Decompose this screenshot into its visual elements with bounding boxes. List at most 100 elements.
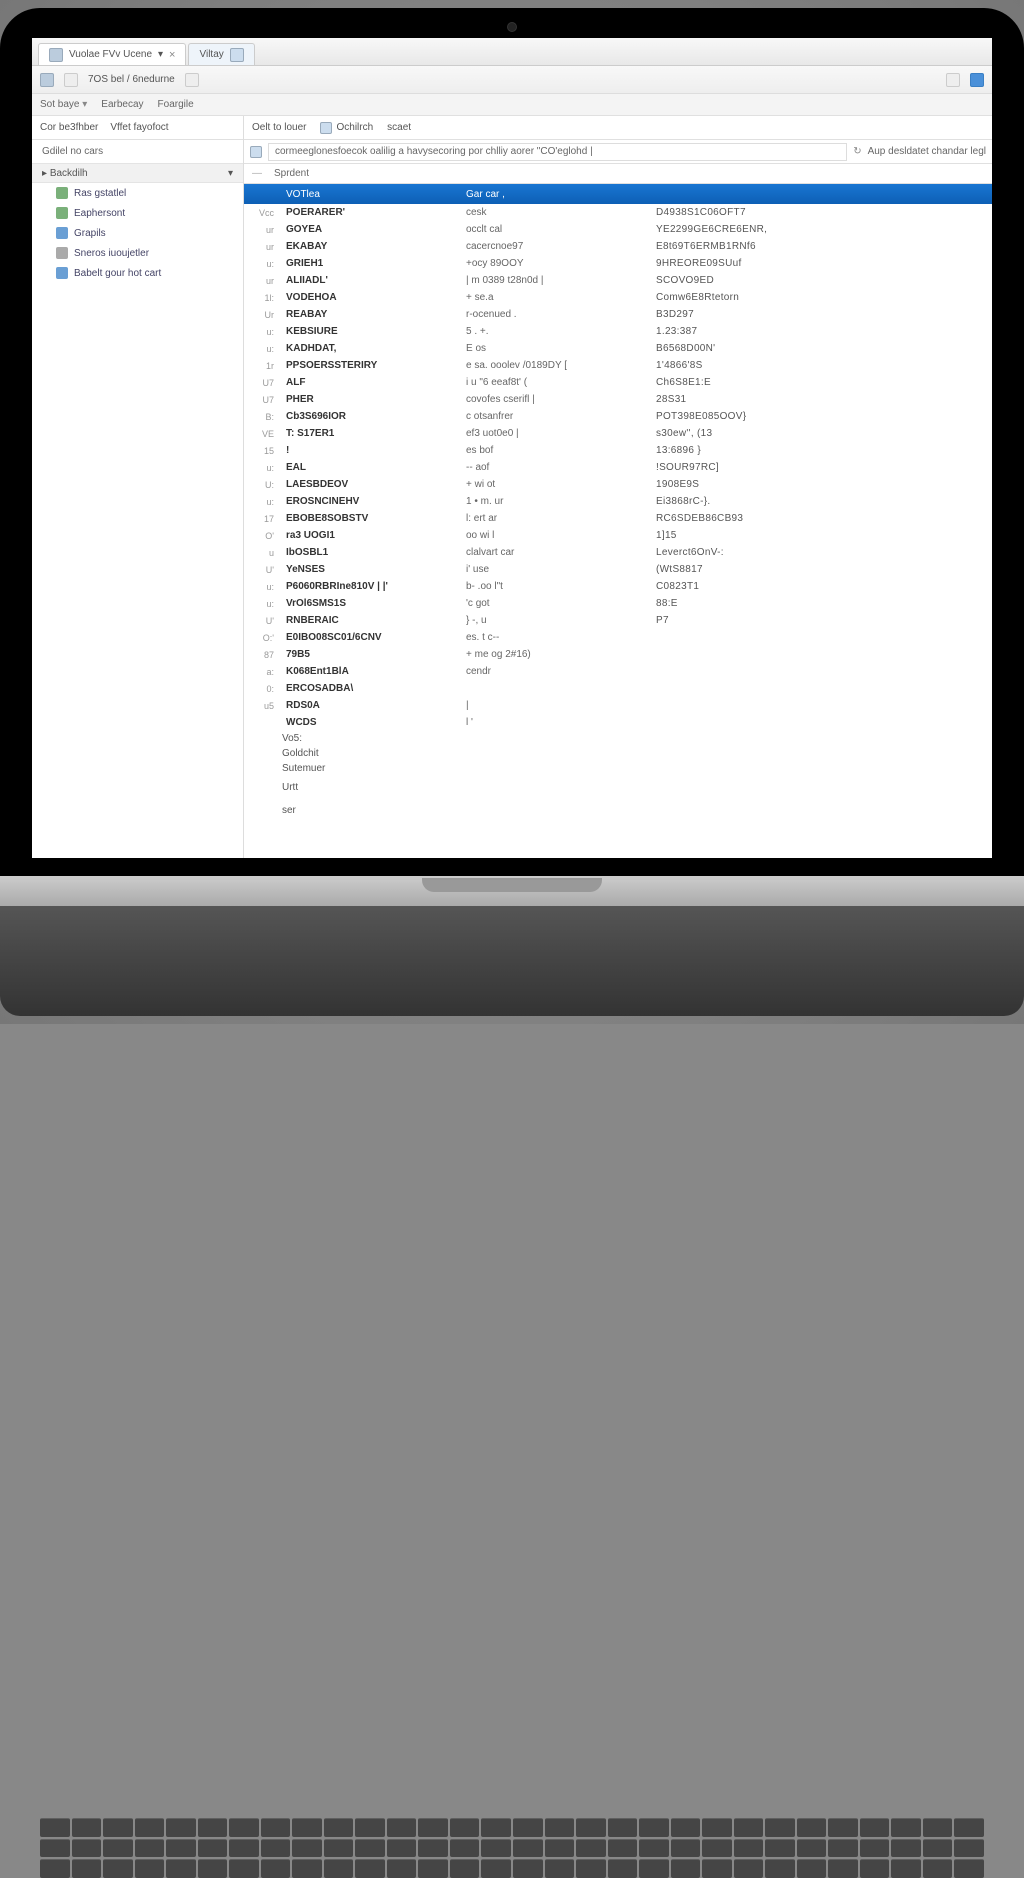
row-index: a:	[248, 667, 280, 677]
table-row[interactable]: u:GRIEH1+ocy 89OOY9HREORE09SUuf	[244, 255, 992, 272]
toolbar-item-3[interactable]: Foargile	[158, 99, 194, 110]
cell-type: cacercnoe97	[460, 241, 650, 252]
cell-name: VODEHOA	[280, 292, 460, 303]
tail-item[interactable]: Sutemuer	[244, 761, 992, 776]
sidebar-item-icon	[56, 267, 68, 279]
content-tabrow: — Sprdent	[244, 164, 992, 184]
grid-header: VOTlea Gar car ,	[244, 184, 992, 204]
cell-value: 1.23:387	[650, 326, 870, 337]
col-2[interactable]: Gar car ,	[460, 189, 650, 200]
dropdown-1[interactable]: Sot baye	[40, 99, 87, 110]
table-row[interactable]: 8779B5+ me og 2#16)	[244, 646, 992, 663]
table-row[interactable]: 0:ERCOSADBA\	[244, 680, 992, 697]
sidebar-item-icon	[56, 207, 68, 219]
chevron-down-icon[interactable]: ▾	[228, 168, 233, 179]
table-row[interactable]: U7PHERcovofes cserifl |28S31	[244, 391, 992, 408]
cell-value: SCOVO9ED	[650, 275, 870, 286]
chevron-down-icon[interactable]: ▾	[158, 49, 163, 60]
row-index: 17	[248, 514, 280, 524]
cell-name: Cb3S696IOR	[280, 411, 460, 422]
table-row[interactable]: u:EAL-- aof!SOUR97RC]	[244, 459, 992, 476]
close-icon[interactable]: ×	[169, 49, 175, 61]
table-row[interactable]: urALIIADL'| m 0389 t28n0d |SCOVO9ED	[244, 272, 992, 289]
table-row[interactable]: u:EROSNCINEHV1 • m. urEi3868rC-}.	[244, 493, 992, 510]
cell-value: B6568D00N'	[650, 343, 870, 354]
table-row[interactable]: U'RNBERAIC} -, uP7	[244, 612, 992, 629]
sidebar-item-label: Sneros iuoujetler	[74, 248, 149, 259]
search-icon[interactable]	[185, 73, 199, 87]
ct-item-2[interactable]: Ochilrch	[320, 122, 373, 134]
col-1[interactable]: VOTlea	[280, 189, 460, 200]
table-row[interactable]: u:KEBSIURE5 . +.1.23:387	[244, 323, 992, 340]
table-row[interactable]: uIbOSBL1clalvart carLeverct6OnV-:	[244, 544, 992, 561]
table-row[interactable]: O'ra3 UOGI1oo wi l1]15	[244, 527, 992, 544]
cell-value: 88:E	[650, 598, 870, 609]
sidebar-item-4[interactable]: Babelt gour hot cart	[32, 263, 243, 283]
table-row[interactable]: U7ALFi u "6 eeaf8t' (Ch6S8E1:E	[244, 374, 992, 391]
laptop-frame: Vuolae FVv Ucene ▾ × Viltay 7OS bel / 6n…	[0, 0, 1024, 1024]
trackpad-notch	[422, 878, 602, 892]
tab-label: Viltay	[199, 49, 223, 60]
cell-type: es bof	[460, 445, 650, 456]
path-input[interactable]	[268, 143, 847, 161]
cell-type: c otsanfrer	[460, 411, 650, 422]
table-row[interactable]: O:'E0IBO08SC01/6CNVes. t c--	[244, 629, 992, 646]
table-row[interactable]: VET: S17ER1ef3 uot0e0 |s30ew'', (13	[244, 425, 992, 442]
table-row[interactable]: WCDSl '	[244, 714, 992, 731]
cell-name: EROSNCINEHV	[280, 496, 460, 507]
sidebar-group-header[interactable]: ▸ Backdilh ▾	[32, 163, 243, 183]
new-icon[interactable]	[40, 73, 54, 87]
open-icon[interactable]	[64, 73, 78, 87]
table-row[interactable]: U'YeNSESi' use(WtS8817	[244, 561, 992, 578]
window-tab-2[interactable]: Viltay	[188, 43, 254, 65]
cell-type: i u "6 eeaf8t' (	[460, 377, 650, 388]
content-tab[interactable]: Sprdent	[266, 166, 317, 181]
table-row[interactable]: U:LAESBDEOV+ wi ot1908E9S	[244, 476, 992, 493]
cell-type: | m 0389 t28n0d |	[460, 275, 650, 286]
table-row[interactable]: u:KADHDAT,E osB6568D00N'	[244, 340, 992, 357]
cell-name: EBOBE8SOBSTV	[280, 513, 460, 524]
page-icon[interactable]	[946, 73, 960, 87]
table-row[interactable]: 15!es bof13:6896 }	[244, 442, 992, 459]
table-row[interactable]: u5RDS0A|	[244, 697, 992, 714]
tail-item[interactable]: Goldchit	[244, 746, 992, 761]
page-icon-2[interactable]	[970, 73, 984, 87]
table-row[interactable]: a:K068Ent1BlAcendr	[244, 663, 992, 680]
sidebar-item-2[interactable]: Grapils	[32, 223, 243, 243]
table-row[interactable]: u:P6060RBRIne810V | |'b- .oo l"tC0823T1	[244, 578, 992, 595]
cell-name: EAL	[280, 462, 460, 473]
row-index: u:	[248, 259, 280, 269]
sidebar-item-0[interactable]: Ras gstatlel	[32, 183, 243, 203]
cell-type: 'c got	[460, 598, 650, 609]
grid-body[interactable]: VccPOERARER'ceskD4938S1C06OFT7urGOYEAocc…	[244, 204, 992, 858]
tail-item[interactable]: Vo5:	[244, 731, 992, 746]
cell-name: GRIEH1	[280, 258, 460, 269]
ct-item-1[interactable]: Oelt to louer	[252, 122, 306, 133]
cell-type: + wi ot	[460, 479, 650, 490]
ct-item-3[interactable]: scaet	[387, 122, 411, 133]
sidebar-item-label: Babelt gour hot cart	[74, 268, 161, 279]
row-index: ur	[248, 276, 280, 286]
table-row[interactable]: VccPOERARER'ceskD4938S1C06OFT7	[244, 204, 992, 221]
table-row[interactable]: B:Cb3S696IORc otsanfrerPOT398E085OOV}	[244, 408, 992, 425]
cell-type: cendr	[460, 666, 650, 677]
tail-item[interactable]: ser	[244, 803, 992, 818]
sidebar-subtitle: Gdilel no cars	[32, 140, 243, 163]
sidebar-item-icon	[56, 247, 68, 259]
sidebar-item-3[interactable]: Sneros iuoujetler	[32, 243, 243, 263]
refresh-icon[interactable]: ↻	[853, 146, 861, 157]
cell-name: EKABAY	[280, 241, 460, 252]
table-row[interactable]: urEKABAYcacercnoe97E8t69T6ERMB1RNf6	[244, 238, 992, 255]
tail-item[interactable]: Urtt	[244, 780, 992, 795]
table-row[interactable]: u:VrOl6SMS1S'c got88:E	[244, 595, 992, 612]
table-row[interactable]: 1rPPSOERSSTERIRY e sa. ooolev /0189DY [1…	[244, 357, 992, 374]
table-row[interactable]: 1l:VODEHOA+ se.aComw6E8Rtetorn	[244, 289, 992, 306]
table-row[interactable]: UrREABAYr-ocenued .B3D297	[244, 306, 992, 323]
cell-type: covofes cserifl |	[460, 394, 650, 405]
table-row[interactable]: 17EBOBE8SOBSTVl: ert arRC6SDEB86CB93	[244, 510, 992, 527]
sidebar-item-1[interactable]: Eaphersont	[32, 203, 243, 223]
toolbar-item-2[interactable]: Earbecay	[101, 99, 143, 110]
table-row[interactable]: urGOYEAocclt calYE2299GE6CRE6ENR,	[244, 221, 992, 238]
window-tab-1[interactable]: Vuolae FVv Ucene ▾ ×	[38, 43, 186, 65]
folder-icon[interactable]	[250, 146, 262, 158]
